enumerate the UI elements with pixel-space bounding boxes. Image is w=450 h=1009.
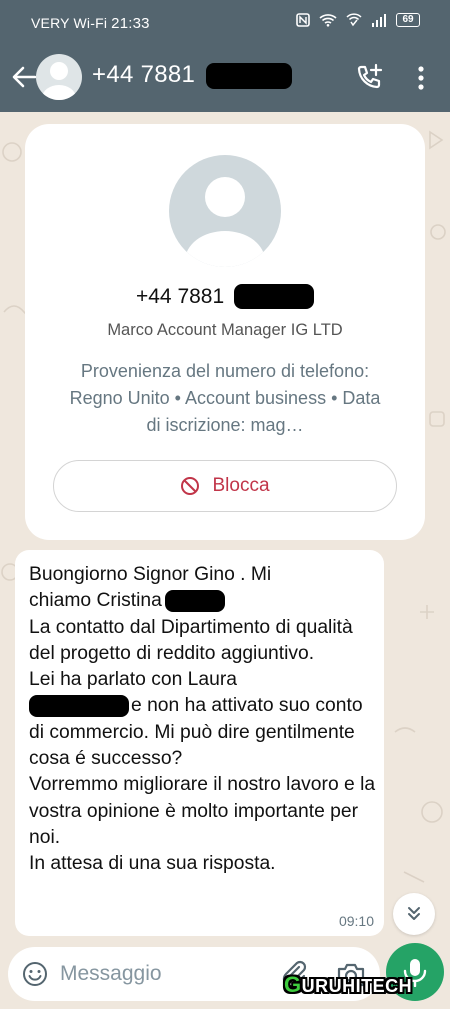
message-time: 09:10: [338, 913, 374, 929]
more-options-icon[interactable]: [409, 62, 433, 94]
contact-avatar[interactable]: [36, 54, 82, 100]
redacted-surname: [29, 695, 129, 718]
double-chevron-down-icon: [408, 907, 420, 920]
header-contact-title[interactable]: +44 7881: [92, 61, 293, 89]
contact-large-avatar: [169, 155, 281, 267]
message-line: chiamo Cristina: [29, 588, 379, 614]
wifi-icon: [319, 14, 337, 27]
signal-icon: [372, 13, 386, 27]
default-avatar-icon: [42, 62, 76, 100]
default-avatar-icon: [185, 177, 265, 267]
message-line: Vorremmo migliorare il nostro lavoro e l…: [29, 774, 376, 848]
back-arrow-icon[interactable]: [9, 62, 39, 92]
message-line: e non ha attivato suo conto di commercio…: [29, 693, 379, 772]
chat-header: +44 7881: [0, 46, 450, 112]
card-number-text: +44 7881: [135, 284, 225, 308]
carrier-name: VERY Wi-Fi: [31, 15, 108, 31]
message-line: Lei ha parlato con Laura: [29, 669, 237, 691]
scroll-to-bottom-button[interactable]: [393, 893, 435, 935]
card-number-origin-info: Provenienza del numero di telefono: Regn…: [69, 361, 381, 435]
top-bar: VERY Wi-Fi 21:33 69 +44 7881: [0, 0, 450, 112]
site-watermark-logo: GURUHITECH: [284, 972, 413, 997]
block-button[interactable]: Blocca: [53, 460, 397, 512]
battery-icon: 69: [396, 13, 420, 27]
header-number: +44 7881: [92, 61, 196, 88]
incoming-message-bubble[interactable]: Buongiorno Signor Gino . Mi chiamo Crist…: [15, 550, 384, 936]
card-contact-name: Marco Account Manager IG LTD: [107, 321, 343, 339]
card-phone-number: +44 7881: [25, 284, 425, 309]
status-time: 21:33: [111, 15, 150, 32]
emoji-icon[interactable]: [22, 961, 48, 987]
redacted-number-part: [234, 284, 315, 309]
watermark-text: URUHITECH: [301, 976, 413, 996]
redacted-surname: [164, 590, 225, 613]
message-line: In attesa di una sua risposta.: [29, 853, 276, 875]
message-line: La contatto dal Dipartimento di qualità …: [29, 616, 353, 664]
message-line-part: chiamo Cristina: [29, 590, 162, 612]
wifi-call-icon: [346, 13, 362, 27]
message-line: Buongiorno Signor Gino . Mi: [29, 564, 272, 585]
message-input[interactable]: [60, 947, 260, 1001]
add-call-icon[interactable]: [354, 62, 386, 94]
carrier-label: VERY Wi-Fi 21:33: [31, 15, 150, 32]
redacted-number-part: [206, 62, 293, 89]
status-bar: VERY Wi-Fi 21:33 69: [0, 0, 450, 46]
message-text: Buongiorno Signor Gino . Mi chiamo Crist…: [29, 562, 379, 878]
block-icon: [181, 477, 200, 495]
contact-info-card: +44 7881 Marco Account Manager IG LTD Pr…: [25, 124, 425, 540]
block-button-label: Blocca: [212, 475, 270, 496]
status-icons: 69: [296, 13, 420, 27]
nfc-icon: [296, 13, 310, 27]
